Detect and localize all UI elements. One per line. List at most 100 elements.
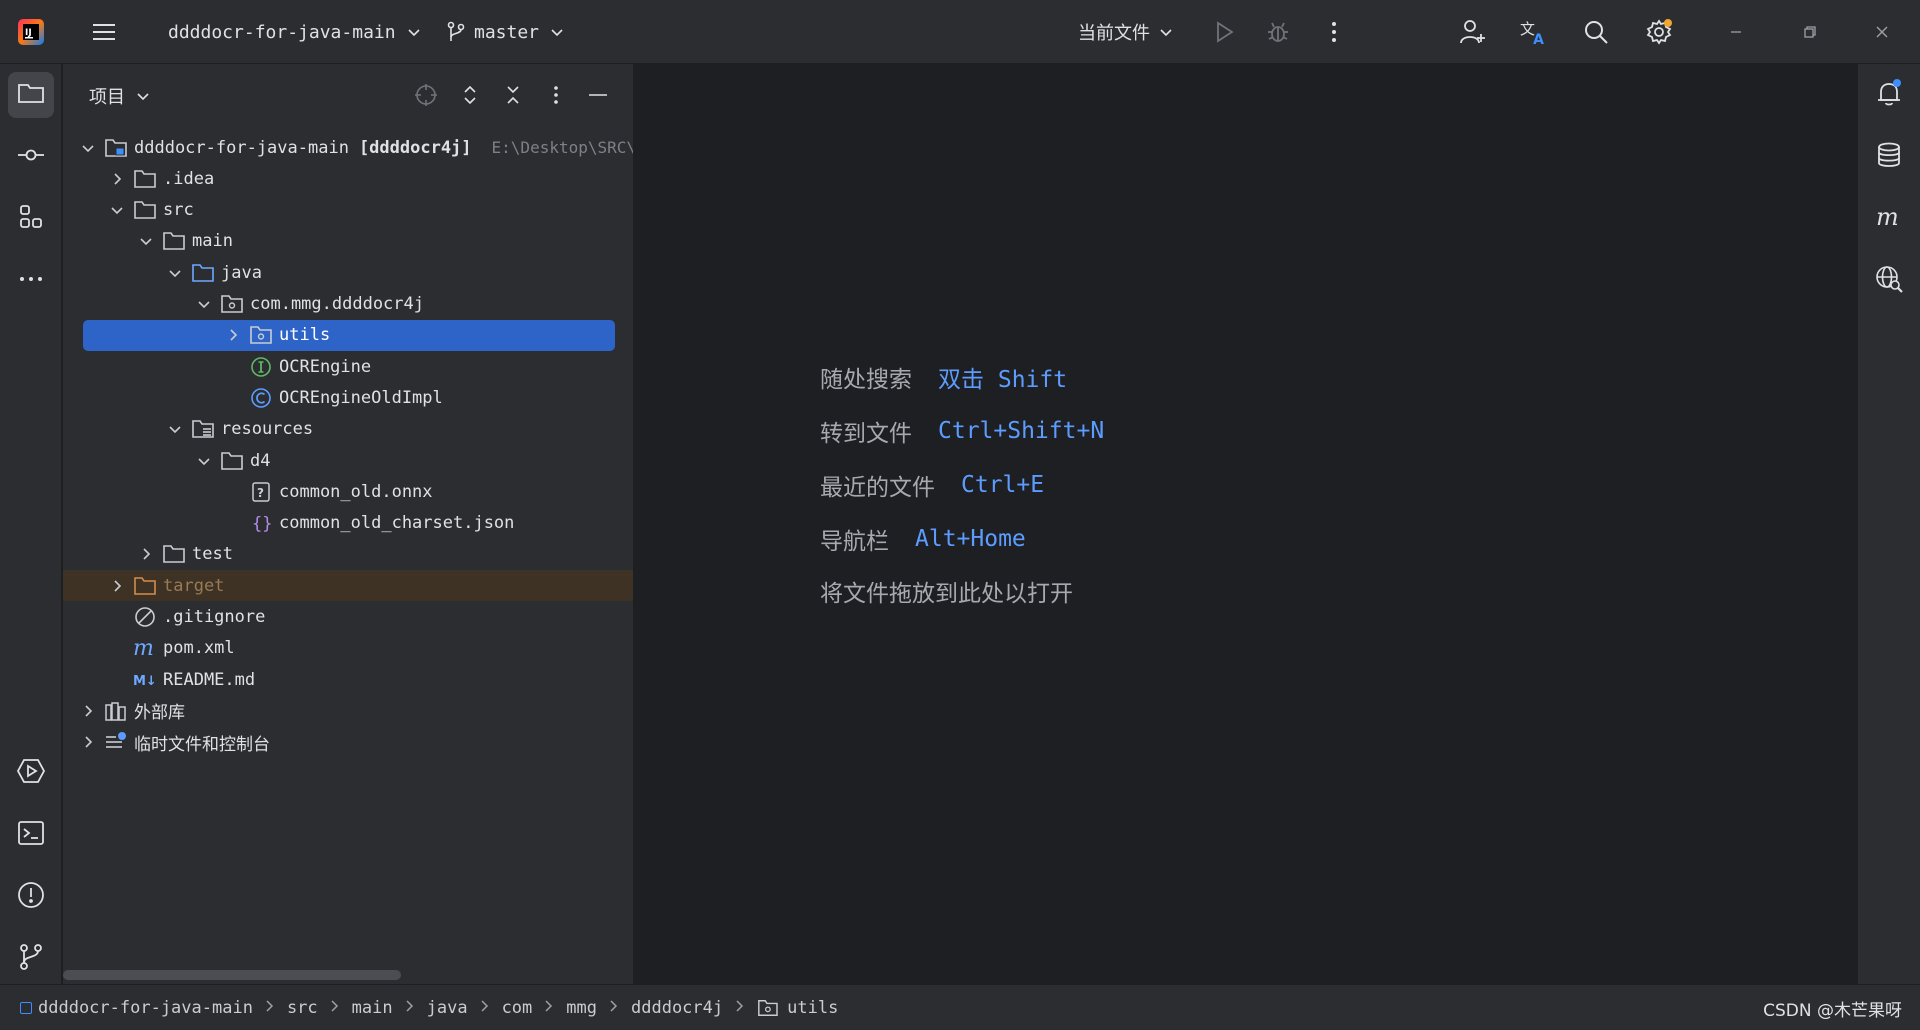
panel-options-button[interactable] bbox=[543, 82, 569, 113]
minimize-button[interactable] bbox=[1722, 0, 1750, 64]
tree-item-[interactable]: 外部库 bbox=[63, 695, 633, 726]
chevron-down-icon[interactable] bbox=[78, 138, 98, 158]
package-icon bbox=[249, 324, 273, 346]
chevron-down-icon bbox=[406, 24, 422, 40]
translate-button[interactable]: 文A bbox=[1520, 0, 1548, 64]
globe-search-icon bbox=[1874, 264, 1904, 299]
structure-tool-button[interactable] bbox=[8, 196, 54, 242]
svg-text:?: ? bbox=[257, 486, 264, 500]
more-vertical-icon bbox=[1320, 18, 1348, 46]
breadcrumb-item[interactable]: src bbox=[287, 998, 318, 1018]
tree-item-ocrengineoldimpl[interactable]: OCREngineOldImpl bbox=[63, 382, 633, 413]
svg-text:IJ: IJ bbox=[25, 28, 32, 38]
tree-item-resources[interactable]: resources bbox=[63, 414, 633, 445]
tree-item-main[interactable]: main bbox=[63, 226, 633, 257]
project-view-selector[interactable]: 项目 bbox=[89, 64, 151, 128]
locate-button[interactable] bbox=[413, 82, 439, 113]
tree-item-readme-md[interactable]: M↓ README.md bbox=[63, 664, 633, 695]
tree-item-[interactable]: 临时文件和控制台 bbox=[63, 727, 633, 758]
breadcrumb-item[interactable]: utils bbox=[757, 998, 838, 1018]
tree-item-gitignore[interactable]: .gitignore bbox=[63, 602, 633, 633]
project-switcher[interactable]: ddddocr-for-java-main bbox=[168, 0, 422, 64]
chevron-right-icon[interactable] bbox=[223, 325, 243, 345]
chevron-down-icon bbox=[549, 24, 565, 40]
gear-icon bbox=[1645, 18, 1673, 46]
chevron-down-icon[interactable] bbox=[165, 419, 185, 439]
tree-item-test[interactable]: test bbox=[63, 539, 633, 570]
debug-button[interactable] bbox=[1264, 0, 1292, 64]
tree-item-idea[interactable]: .idea bbox=[63, 163, 633, 194]
collapse-all-button[interactable] bbox=[500, 82, 526, 113]
chevron-right-icon bbox=[479, 998, 491, 1018]
editor-area[interactable]: 随处搜索 双击 Shift 转到文件 Ctrl+Shift+N 最近的文件 Ct… bbox=[635, 64, 1857, 984]
problems-tool-button[interactable] bbox=[8, 874, 54, 920]
breadcrumb-label: java bbox=[426, 998, 468, 1018]
markdown-icon: M↓ bbox=[133, 669, 157, 691]
library-icon bbox=[104, 700, 128, 722]
scratch-icon bbox=[104, 731, 128, 753]
branch-switcher[interactable]: master bbox=[446, 0, 565, 64]
chevron-down-icon[interactable] bbox=[194, 451, 214, 471]
package-icon bbox=[757, 998, 779, 1018]
hint-search-everywhere: 随处搜索 双击 Shift bbox=[820, 360, 1067, 394]
maven-button[interactable]: m bbox=[1866, 196, 1912, 242]
project-tool-button[interactable] bbox=[8, 72, 54, 118]
tree-item-pom-xml[interactable]: m pom.xml bbox=[63, 633, 633, 664]
horizontal-scrollbar[interactable] bbox=[63, 970, 401, 980]
breadcrumb-item[interactable]: ddddocr4j bbox=[631, 998, 723, 1018]
close-window-button[interactable] bbox=[1868, 0, 1896, 64]
database-button[interactable] bbox=[1866, 134, 1912, 180]
app-logo-icon[interactable]: IJ bbox=[16, 0, 46, 64]
chevron-right-icon bbox=[543, 998, 555, 1018]
tree-item-ocrengine[interactable]: OCREngine bbox=[63, 351, 633, 382]
tree-item-com-mmg-ddddocr4j[interactable]: com.mmg.ddddocr4j bbox=[63, 289, 633, 320]
tree-item-target[interactable]: target bbox=[63, 570, 633, 602]
main-menu-button[interactable] bbox=[90, 0, 118, 64]
breadcrumb-item[interactable]: com bbox=[502, 998, 533, 1018]
json-file-icon: {} bbox=[249, 512, 273, 534]
chevron-down-icon[interactable] bbox=[194, 294, 214, 314]
git-tool-button[interactable] bbox=[8, 936, 54, 982]
folder-icon bbox=[133, 199, 157, 221]
chevron-down-icon[interactable] bbox=[107, 200, 127, 220]
tree-item-src[interactable]: src bbox=[63, 195, 633, 226]
tree-item-label: 外部库 bbox=[134, 703, 185, 724]
chevron-right-icon[interactable] bbox=[107, 169, 127, 189]
bug-icon bbox=[1264, 18, 1292, 46]
chevron-right-icon[interactable] bbox=[78, 732, 98, 752]
run-config-selector[interactable]: 当前文件 bbox=[1078, 0, 1174, 64]
breadcrumb-item[interactable]: mmg bbox=[566, 998, 597, 1018]
chevron-right-icon[interactable] bbox=[136, 544, 156, 564]
hide-panel-button[interactable] bbox=[585, 82, 611, 113]
chevron-down-icon[interactable] bbox=[165, 263, 185, 283]
web-button[interactable] bbox=[1866, 258, 1912, 304]
chevron-right-icon[interactable] bbox=[107, 576, 127, 596]
breadcrumb-item[interactable]: main bbox=[352, 998, 393, 1018]
notifications-button[interactable] bbox=[1866, 72, 1912, 118]
search-button[interactable] bbox=[1582, 0, 1610, 64]
tree-item-java[interactable]: java bbox=[63, 257, 633, 288]
more-actions-button[interactable] bbox=[1320, 0, 1348, 64]
commit-tool-button[interactable] bbox=[8, 134, 54, 180]
branch-icon bbox=[446, 21, 466, 43]
tree-item-d4[interactable]: d4 bbox=[63, 445, 633, 476]
services-tool-button[interactable] bbox=[8, 750, 54, 796]
chevron-down-icon[interactable] bbox=[136, 231, 156, 251]
settings-button[interactable] bbox=[1645, 0, 1673, 64]
breadcrumb-item[interactable]: java bbox=[427, 998, 468, 1018]
tree-item-utils[interactable]: utils bbox=[63, 319, 633, 351]
hint-navigation-bar: 导航栏 Alt+Home bbox=[820, 522, 1026, 556]
add-user-button[interactable] bbox=[1458, 0, 1486, 64]
tree-item-common-old-onnx[interactable]: ? common_old.onnx bbox=[63, 476, 633, 507]
more-tools-button[interactable] bbox=[8, 258, 54, 304]
tree-item-ddddocr-for-java-main[interactable]: ddddocr-for-java-main [ddddocr4j] E:\Deskt… bbox=[63, 132, 633, 163]
restore-button[interactable] bbox=[1796, 0, 1824, 64]
terminal-tool-button[interactable] bbox=[8, 812, 54, 858]
chevron-right-icon[interactable] bbox=[78, 701, 98, 721]
expand-all-button[interactable] bbox=[457, 82, 483, 113]
tree-item-common-old-charset-json[interactable]: {} common_old_charset.json bbox=[63, 508, 633, 539]
run-button[interactable] bbox=[1210, 0, 1238, 64]
breadcrumb-item[interactable]: ddddocr-for-java-main bbox=[20, 998, 253, 1018]
minimize-icon bbox=[585, 93, 611, 113]
